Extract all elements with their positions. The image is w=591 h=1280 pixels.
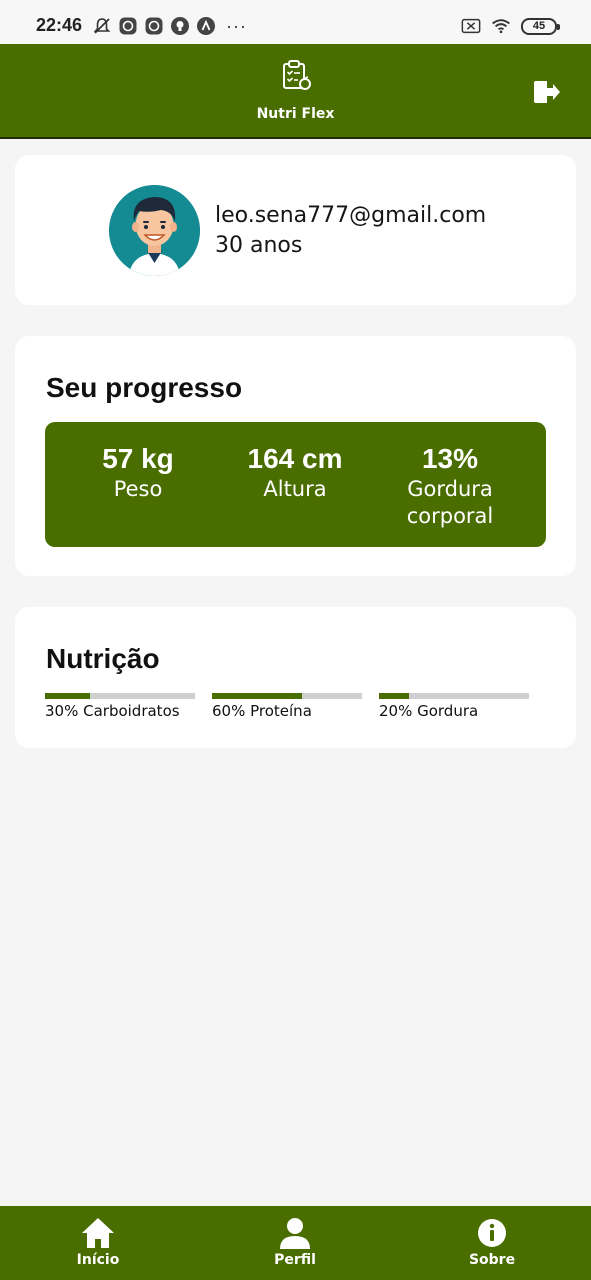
app-icon — [144, 16, 164, 36]
bottom-nav: Início Perfil Sobre — [0, 1206, 591, 1280]
app-title: Nutri Flex — [256, 106, 335, 122]
progress-title: Seu progresso — [46, 372, 243, 403]
avatar-man-icon — [109, 185, 200, 276]
home-icon — [80, 1216, 116, 1250]
stat-value: 57 kg — [102, 443, 174, 474]
no-sim-icon — [461, 16, 481, 36]
nutrition-title: Nutrição — [46, 643, 160, 674]
user-email: leo.sena777@gmail.com — [215, 203, 487, 228]
nav-about-label: Sobre — [468, 1252, 516, 1268]
stat-value: 13% — [421, 443, 479, 474]
protein-label: 60% Proteína — [212, 702, 312, 720]
fat-label: 20% Gordura — [379, 702, 479, 720]
nav-home-label: Início — [76, 1252, 120, 1268]
battery-icon: 45 — [521, 17, 560, 35]
stat-body-fat: 13% Gordura corporal — [375, 442, 525, 530]
app-header: Nutri Flex — [0, 44, 591, 139]
user-age: 30 anos — [215, 233, 303, 258]
status-bar: 22:46 ··· 45 — [0, 0, 591, 44]
stat-value: 164 cm — [247, 443, 343, 474]
nav-home[interactable]: Início — [38, 1216, 158, 1276]
nav-profile[interactable]: Perfil — [235, 1216, 355, 1276]
more-indicator: ··· — [226, 15, 247, 36]
stat-label: Gordura corporal — [406, 477, 494, 528]
status-icons-left: ··· — [92, 14, 247, 38]
progress-card: Seu progresso 57 kg Peso 164 cm Altura 1… — [15, 336, 576, 576]
carbs-label: 30% Carboidratos — [45, 702, 180, 720]
stats-panel: 57 kg Peso 164 cm Altura 13% Gordura cor… — [45, 422, 546, 547]
nutrition-fat: 20% Gordura — [379, 693, 529, 720]
nutrition-carbs: 30% Carboidratos — [45, 693, 195, 720]
nutrition-protein: 60% Proteína — [212, 693, 362, 720]
bulb-icon — [170, 16, 190, 36]
protein-bar — [212, 693, 362, 699]
wifi-icon — [491, 16, 511, 36]
stat-label: Peso — [113, 477, 163, 501]
mute-icon — [92, 16, 112, 36]
stat-height: 164 cm Altura — [220, 442, 370, 503]
status-icons-right: 45 — [461, 14, 560, 38]
a-icon — [196, 16, 216, 36]
stat-label: Altura — [263, 477, 327, 501]
fat-bar-fill — [379, 693, 409, 699]
info-icon — [474, 1216, 510, 1250]
profile-card: leo.sena777@gmail.com 30 anos — [15, 155, 576, 305]
clipboard-apple-icon — [279, 58, 313, 92]
carbs-bar-fill — [45, 693, 90, 699]
logout-icon[interactable] — [531, 78, 561, 106]
nutrition-card: Nutrição 30% Carboidratos 60% Proteína 2… — [15, 607, 576, 748]
nav-profile-label: Perfil — [274, 1252, 316, 1268]
nav-about[interactable]: Sobre — [432, 1216, 552, 1276]
carbs-bar — [45, 693, 195, 699]
status-time: 22:46 — [36, 15, 83, 35]
fat-bar — [379, 693, 529, 699]
person-icon — [277, 1216, 313, 1250]
protein-bar-fill — [212, 693, 302, 699]
app-icon — [118, 16, 138, 36]
stat-weight: 57 kg Peso — [63, 442, 213, 503]
